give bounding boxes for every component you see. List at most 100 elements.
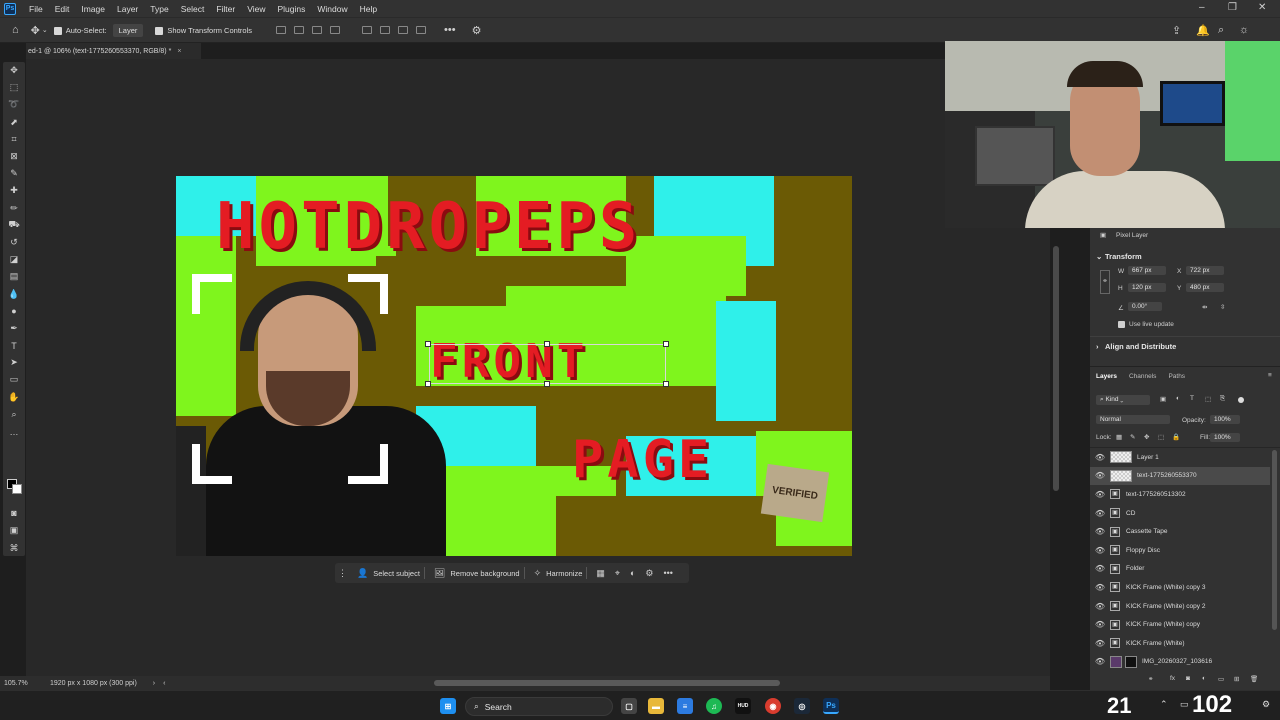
share-icon[interactable]: ⇪ <box>1172 24 1181 37</box>
search-icon[interactable]: ⌕ <box>1218 24 1224 37</box>
lock-image-icon[interactable]: ✎ <box>1130 433 1135 441</box>
layer-row[interactable]: 👁 ▣ Folder <box>1090 560 1270 579</box>
notifications-bell-icon[interactable]: 🔔 <box>1196 24 1210 37</box>
visibility-eye-icon[interactable]: 👁 <box>1090 527 1110 536</box>
menu-layer[interactable]: Layer <box>111 4 144 14</box>
visibility-eye-icon[interactable]: 👁 <box>1090 509 1110 518</box>
align-distribute-title[interactable]: Align and Distribute <box>1105 342 1176 351</box>
transform-handle[interactable] <box>425 341 431 347</box>
transform-section-title[interactable]: Transform <box>1105 252 1142 261</box>
menu-edit[interactable]: Edit <box>49 4 76 14</box>
visibility-eye-icon[interactable]: 👁 <box>1090 453 1110 462</box>
layer-row[interactable]: 👁 ▣ KICK Frame (White) copy <box>1090 615 1270 634</box>
type-tool-icon[interactable]: T <box>3 337 25 354</box>
brush-tool-icon[interactable]: ✏ <box>3 200 25 217</box>
file-explorer-icon[interactable]: ▬ <box>648 698 664 714</box>
menu-view[interactable]: View <box>241 4 271 14</box>
move-tool-preset-icon[interactable]: ✥ <box>31 24 40 37</box>
visibility-eye-icon[interactable]: 👁 <box>1090 620 1110 629</box>
layers-scrollbar[interactable] <box>1272 450 1277 630</box>
close-window-icon[interactable]: ✕ <box>1258 2 1266 13</box>
select-subject-button[interactable]: Select subject <box>373 569 420 578</box>
discover-icon[interactable]: ☼ <box>1239 24 1249 36</box>
chrome-icon[interactable]: ◉ <box>765 698 781 714</box>
opacity-field[interactable]: 100% <box>1210 415 1240 424</box>
move-tool-icon[interactable]: ✥ <box>3 62 25 79</box>
align-right-icon[interactable] <box>312 26 322 34</box>
page-text-layer[interactable]: PAGE <box>572 430 713 490</box>
minimize-icon[interactable]: – <box>1199 2 1205 13</box>
panel-menu-icon[interactable]: ≡ <box>1268 372 1272 379</box>
horizontal-scrollbar[interactable] <box>434 680 780 686</box>
layer-row[interactable]: 👁 IMG_20260327_103616 <box>1090 653 1270 672</box>
zoom-level[interactable]: 105.7% <box>4 680 44 687</box>
headline-text[interactable]: HOTDROPEPS <box>216 190 641 264</box>
filter-pixel-icon[interactable]: ▣ <box>1160 395 1166 403</box>
visibility-eye-icon[interactable]: 👁 <box>1090 490 1110 499</box>
menu-image[interactable]: Image <box>75 4 111 14</box>
hud-fx-icon[interactable]: HUD <box>735 698 751 714</box>
auto-select-checkbox[interactable] <box>53 27 62 35</box>
filter-adjustment-icon[interactable]: ◐ <box>1176 395 1180 402</box>
visibility-eye-icon[interactable]: 👁 <box>1090 657 1110 666</box>
menu-help[interactable]: Help <box>354 4 383 14</box>
eraser-tool-icon[interactable]: ◪ <box>3 251 25 268</box>
height-field[interactable]: 120 px <box>1128 283 1166 292</box>
layer-row[interactable]: 👁 ▣ CD <box>1090 504 1270 523</box>
lock-artboard-icon[interactable]: ⬚ <box>1158 433 1164 441</box>
spotify-icon[interactable]: ♫ <box>706 698 722 714</box>
live-update-checkbox[interactable] <box>1118 321 1125 328</box>
link-layers-icon[interactable]: ⚭ <box>1148 675 1153 683</box>
drag-handle-icon[interactable]: ⋮ <box>338 568 347 579</box>
layer-row-selected[interactable]: 👁 text-1775260553370 <box>1090 466 1270 486</box>
frame-tool-icon[interactable]: ⊠ <box>3 148 25 165</box>
adjustment-layer-icon[interactable]: ◐ <box>1202 675 1206 682</box>
blend-mode-dropdown[interactable]: Normal <box>1096 415 1170 424</box>
visibility-eye-icon[interactable]: 👁 <box>1090 583 1110 592</box>
marquee-tool-icon[interactable]: ⬚ <box>3 79 25 96</box>
filter-smart-object-icon[interactable]: ⎘ <box>1220 395 1225 403</box>
visibility-eye-icon[interactable]: 👁 <box>1090 564 1110 573</box>
dodge-tool-icon[interactable]: ● <box>3 303 25 320</box>
align-top-icon[interactable] <box>362 26 372 34</box>
angle-field[interactable]: 0.00° <box>1128 302 1162 311</box>
visibility-eye-icon[interactable]: 👁 <box>1090 602 1110 611</box>
harmonize-button[interactable]: Harmonize <box>546 569 582 578</box>
flip-vertical-icon[interactable]: ⇳ <box>1220 303 1225 311</box>
hand-tool-icon[interactable]: ✋ <box>3 389 25 406</box>
vertical-scrollbar[interactable] <box>1053 246 1059 491</box>
taskbar-search[interactable]: ⌕ Search <box>465 697 613 716</box>
edit-in-quick-mask-icon[interactable]: ⌘ <box>3 540 25 557</box>
restore-icon[interactable]: ❐ <box>1228 2 1237 13</box>
remove-background-button[interactable]: Remove background <box>450 569 519 578</box>
layer-row[interactable]: 👁 ▣ KICK Frame (White) copy 2 <box>1090 597 1270 616</box>
visibility-eye-icon[interactable]: 👁 <box>1090 639 1110 648</box>
filter-type-icon[interactable]: T <box>1190 395 1194 402</box>
align-middle-icon[interactable] <box>380 26 390 34</box>
transform-icon[interactable]: ⌖ <box>615 568 620 579</box>
close-document-icon[interactable]: × <box>177 48 181 55</box>
notepad-icon[interactable]: ≡ <box>677 698 693 714</box>
distribute-icon[interactable] <box>330 26 340 34</box>
transform-controls-checkbox[interactable] <box>155 27 164 35</box>
fill-field[interactable]: 100% <box>1210 433 1240 442</box>
transform-handle[interactable] <box>663 341 669 347</box>
clone-stamp-tool-icon[interactable]: ⛟ <box>3 217 25 234</box>
screen-mode-icon[interactable]: ▣ <box>3 522 25 539</box>
lock-all-icon[interactable]: 🔒 <box>1172 433 1180 441</box>
more-options-icon[interactable]: ••• <box>444 24 456 36</box>
auto-select-dropdown[interactable]: Layer <box>112 23 144 37</box>
path-selection-tool-icon[interactable]: ➤ <box>3 354 25 371</box>
photoshop-taskbar-icon[interactable]: Ps <box>823 698 839 714</box>
transform-handle[interactable] <box>425 381 431 387</box>
visibility-eye-icon[interactable]: 👁 <box>1090 546 1110 555</box>
filter-shape-icon[interactable]: ⬚ <box>1205 395 1211 403</box>
delete-layer-icon[interactable]: 🗑 <box>1250 675 1258 683</box>
chevron-down-icon[interactable]: ⌄ <box>42 26 48 34</box>
layer-row[interactable]: 👁 ▣ KICK Frame (White) <box>1090 634 1270 653</box>
lock-transparent-icon[interactable]: ▦ <box>1116 433 1122 441</box>
new-group-icon[interactable]: ▭ <box>1218 675 1224 683</box>
menu-select[interactable]: Select <box>175 4 211 14</box>
network-icon[interactable]: ▭ <box>1180 699 1189 710</box>
background-color-swatch[interactable] <box>12 484 22 494</box>
